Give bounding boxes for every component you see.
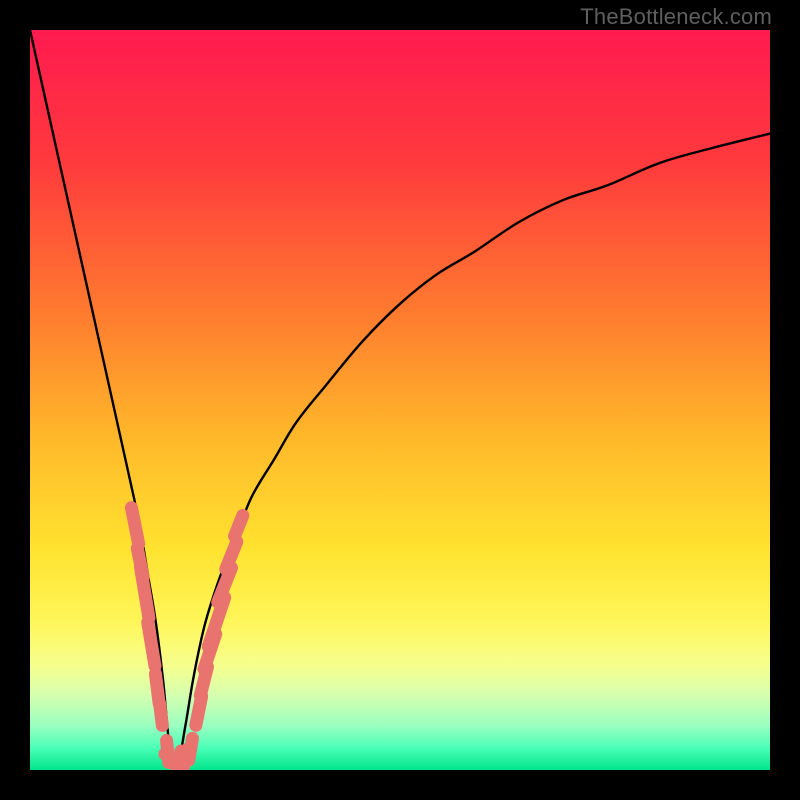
marker-capsule [235, 515, 243, 536]
watermark-text: TheBottleneck.com [580, 4, 772, 30]
chart-frame: TheBottleneck.com [0, 0, 800, 800]
marker-capsule [189, 738, 193, 760]
plot-area [30, 30, 770, 770]
bottleneck-curve [30, 30, 770, 767]
marker-capsule [148, 622, 155, 666]
chart-svg [30, 30, 770, 770]
marker-capsule [160, 703, 163, 725]
marker-capsule [131, 508, 138, 544]
marker-group [131, 508, 242, 770]
marker-capsule [140, 567, 149, 618]
